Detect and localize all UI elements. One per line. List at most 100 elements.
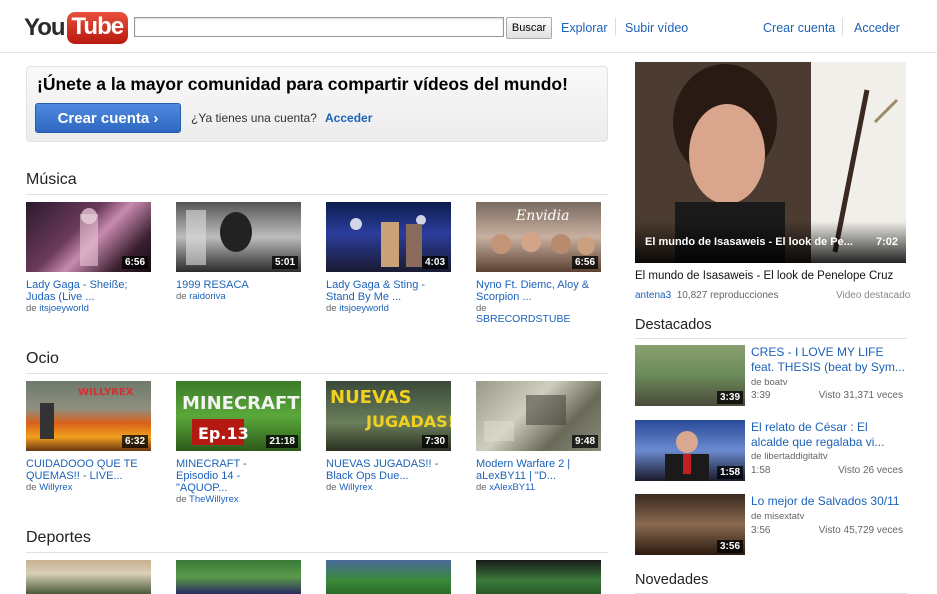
byline-prefix: de — [26, 482, 37, 493]
channel-link[interactable]: itsjoeyworld — [339, 303, 389, 314]
featured-caption: El mundo de Isasaweis - El look de Pe... — [645, 236, 853, 248]
thumbnail-text: JUGADAS! — [365, 412, 451, 431]
channel-link[interactable]: itsjoeyworld — [39, 303, 89, 314]
side-video-duration: 3:39 — [751, 390, 771, 401]
byline-prefix: de — [26, 303, 37, 314]
channel-link[interactable]: TheWillyrex — [189, 494, 239, 505]
section-divider — [26, 373, 608, 374]
side-video-views: Visto 26 veces — [838, 465, 903, 476]
nav-explore-link[interactable]: Explorar — [561, 21, 608, 35]
promo-question: ¿Ya tienes una cuenta? — [191, 111, 317, 125]
video-thumbnail[interactable]: WILLYREX 6:32 — [26, 381, 151, 451]
section-divider — [635, 338, 907, 339]
video-thumbnail[interactable] — [476, 560, 601, 594]
channel-link[interactable]: Willyrex — [39, 482, 72, 493]
video-duration: 9:48 — [571, 435, 598, 448]
video-duration: 6:32 — [121, 435, 148, 448]
section-title-deportes[interactable]: Deportes — [26, 529, 91, 547]
search-input[interactable] — [134, 17, 504, 37]
top-header: You Tube Buscar Explorar Subir vídeo Cre… — [0, 0, 937, 53]
video-byline: de itsjoeyworld — [326, 303, 451, 314]
promo-sign-in-link[interactable]: Acceder — [325, 111, 372, 125]
thumbnail-text: WILLYREX — [78, 387, 134, 398]
video-title-link[interactable]: Nyno Ft. Diemc, Aloy & Scorpion ... — [476, 279, 601, 303]
video-thumbnail[interactable]: 5:01 — [176, 202, 301, 272]
nav-divider — [842, 18, 843, 36]
section-title-musica[interactable]: Música — [26, 171, 77, 189]
side-video-byline: de boatv — [751, 377, 788, 388]
video-thumbnail[interactable] — [26, 560, 151, 594]
video-thumbnail[interactable]: 9:48 — [476, 381, 601, 451]
section-divider — [26, 194, 608, 195]
side-video-byline: de misextatv — [751, 511, 805, 522]
featured-meta: antena3 10,827 reproducciones — [635, 290, 778, 301]
promo-title: ¡Únete a la mayor comunidad para compart… — [37, 74, 568, 94]
video-duration: 5:01 — [271, 256, 298, 269]
youtube-logo[interactable]: You Tube — [24, 10, 129, 46]
video-thumbnail[interactable]: MINECRAFT Ep.13 21:18 — [176, 381, 301, 451]
signup-promo: ¡Únete a la mayor comunidad para compart… — [26, 66, 608, 142]
video-byline: de Willyrex — [26, 482, 151, 493]
video-duration: 3:39 — [716, 391, 743, 404]
video-byline: de raidoriva — [176, 291, 301, 302]
featured-views: 10,827 reproducciones — [676, 290, 779, 301]
video-thumbnail[interactable] — [176, 560, 301, 594]
featured-tag: Video destacado — [836, 290, 911, 301]
channel-link[interactable]: SBRECORDSTUBE — [476, 313, 571, 325]
video-title-link[interactable]: CUIDADOOO QUE TE QUEMAS!! - LIVE... — [26, 458, 151, 482]
side-video-title-link[interactable]: CRES - I LOVE MY LIFE feat. THESIS (beat… — [751, 345, 907, 375]
featured-title-link[interactable]: El mundo de Isasaweis - El look de Penel… — [635, 270, 893, 282]
novedades-title[interactable]: Novedades — [635, 572, 708, 588]
video-byline: de SBRECORDSTUBE — [476, 303, 601, 325]
video-thumbnail[interactable]: 6:56 — [26, 202, 151, 272]
thumbnail-text: Envidia — [515, 208, 569, 224]
thumbnail-text: NUEVAS — [330, 387, 412, 408]
create-account-link[interactable]: Crear cuenta — [763, 21, 835, 35]
destacados-title[interactable]: Destacados — [635, 317, 712, 333]
side-video-views: Visto 31,371 veces — [818, 390, 903, 401]
side-video-title-link[interactable]: El relato de César : El alcalde que rega… — [751, 420, 907, 450]
side-video-thumbnail[interactable]: 1:58 — [635, 420, 745, 481]
byline-prefix: de — [176, 291, 187, 302]
channel-link[interactable]: Willyrex — [339, 482, 372, 493]
video-byline: de Willyrex — [326, 482, 451, 493]
thumbnail-text: Ep.13 — [198, 424, 249, 443]
side-video-duration: 3:56 — [751, 525, 771, 536]
video-duration: 6:56 — [121, 256, 148, 269]
side-video-title-link[interactable]: Lo mejor de Salvados 30/11 — [751, 494, 907, 509]
video-thumbnail[interactable] — [326, 560, 451, 594]
search-button[interactable]: Buscar — [506, 17, 552, 39]
channel-link[interactable]: xAlexBY11 — [489, 482, 535, 493]
channel-link[interactable]: raidoriva — [189, 291, 225, 302]
featured-channel-link[interactable]: antena3 — [635, 290, 671, 301]
video-title-link[interactable]: Lady Gaga & Sting - Stand By Me ... — [326, 279, 451, 303]
video-thumbnail[interactable]: NUEVAS JUGADAS! 7:30 — [326, 381, 451, 451]
logo-tube: Tube — [66, 12, 129, 44]
video-duration: 3:56 — [716, 540, 743, 553]
video-thumbnail[interactable]: Envidia 6:56 — [476, 202, 601, 272]
video-duration: 4:03 — [421, 256, 448, 269]
video-thumbnail[interactable]: 4:03 — [326, 202, 451, 272]
video-title-link[interactable]: NUEVAS JUGADAS!! - Black Ops Due... — [326, 458, 441, 482]
video-title-link[interactable]: Lady Gaga - Sheiße; Judas (Live ... — [26, 279, 151, 303]
side-video-views: Visto 45,729 veces — [818, 525, 903, 536]
byline-prefix: de — [476, 482, 487, 493]
video-duration: 1:58 — [716, 466, 743, 479]
video-byline: de itsjoeyworld — [26, 303, 151, 314]
byline-prefix: de — [326, 482, 337, 493]
video-title-link[interactable]: 1999 RESACA — [176, 279, 301, 291]
video-duration: 6:56 — [571, 256, 598, 269]
side-video-byline: de libertaddigitaltv — [751, 451, 828, 462]
sign-in-link[interactable]: Acceder — [854, 21, 900, 35]
nav-divider — [615, 18, 616, 36]
side-video-thumbnail[interactable]: 3:39 — [635, 345, 745, 406]
create-account-button[interactable]: Crear cuenta › — [35, 103, 181, 133]
video-title-link[interactable]: MINECRAFT - Episodio 14 - "AQUOP... — [176, 458, 281, 494]
thumbnail-text: MINECRAFT — [182, 393, 300, 414]
nav-upload-link[interactable]: Subir vídeo — [625, 21, 688, 35]
side-video-thumbnail[interactable]: 3:56 — [635, 494, 745, 555]
video-byline: de xAlexBY11 — [476, 482, 601, 493]
section-title-ocio[interactable]: Ocio — [26, 350, 59, 368]
video-title-link[interactable]: Modern Warfare 2 | aLexBY11 | "D... — [476, 458, 586, 482]
featured-video-player[interactable]: El mundo de Isasaweis - El look de Pe...… — [635, 62, 906, 263]
